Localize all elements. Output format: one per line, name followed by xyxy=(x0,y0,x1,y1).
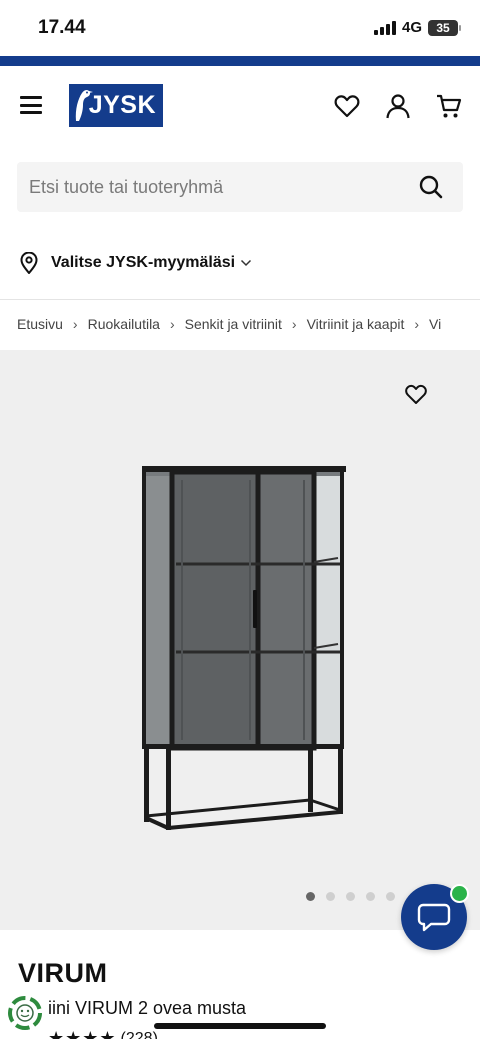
chevron-down-icon xyxy=(241,259,252,267)
breadcrumb-item[interactable]: Ruokailutila xyxy=(88,316,160,332)
product-name: VIRUM xyxy=(18,958,108,988)
chevron-right-icon: › xyxy=(72,316,78,332)
battery-level: 35 xyxy=(436,20,450,35)
logo-text: JYSK xyxy=(88,91,156,119)
bird-logo-icon xyxy=(75,89,93,121)
gallery-dot[interactable] xyxy=(306,892,315,901)
product-image xyxy=(142,466,346,830)
location-pin-icon xyxy=(20,252,38,274)
heart-icon[interactable] xyxy=(333,92,361,120)
top-accent-bar xyxy=(0,56,480,66)
status-indicators: 4G 35 xyxy=(373,19,461,36)
search-input[interactable]: Etsi tuote tai tuoteryhmä xyxy=(29,177,223,198)
product-gallery[interactable] xyxy=(0,350,480,930)
search-icon[interactable] xyxy=(419,175,443,199)
battery-icon: 35 xyxy=(428,19,461,36)
user-icon[interactable] xyxy=(384,92,412,120)
search-bar[interactable]: Etsi tuote tai tuoteryhmä xyxy=(17,162,463,212)
status-time: 17.44 xyxy=(38,17,86,38)
menu-icon[interactable] xyxy=(20,96,42,114)
chat-bubble-icon xyxy=(417,903,451,932)
chevron-right-icon: › xyxy=(414,316,420,332)
store-selector-label: Valitse JYSK-myymäläsi xyxy=(51,254,236,271)
breadcrumb-item[interactable]: Etusivu xyxy=(17,316,63,332)
store-selector[interactable]: Valitse JYSK-myymäläsi xyxy=(19,252,252,274)
status-bar: 17.44 4G 35 xyxy=(0,0,480,56)
chevron-right-icon: › xyxy=(169,316,175,332)
site-header: JYSK xyxy=(0,66,480,148)
online-status-indicator xyxy=(450,884,469,903)
breadcrumb: Etusivu › Ruokailutila › Senkit ja vitri… xyxy=(17,316,441,332)
divider xyxy=(0,299,480,300)
gallery-dot[interactable] xyxy=(386,892,395,901)
signal-icon xyxy=(373,20,396,35)
chat-button[interactable] xyxy=(401,884,469,950)
breadcrumb-item[interactable]: Vitriinit ja kaapit xyxy=(307,316,405,332)
favorite-heart-icon[interactable] xyxy=(404,382,428,406)
jysk-logo[interactable]: JYSK xyxy=(69,84,163,127)
page: 17.44 4G 35 JYSK Etsi tuote tai tuoteryh… xyxy=(0,0,480,1039)
breadcrumb-item[interactable]: Vi xyxy=(429,316,441,332)
home-indicator xyxy=(154,1023,326,1029)
network-type: 4G xyxy=(401,19,422,36)
chevron-right-icon: › xyxy=(291,316,297,332)
gallery-pagination[interactable] xyxy=(306,892,395,901)
product-subtitle: iini VIRUM 2 ovea musta xyxy=(48,998,247,1018)
breadcrumb-item[interactable]: Senkit ja vitriinit xyxy=(185,316,282,332)
gallery-dot[interactable] xyxy=(346,892,355,901)
rating-count: (228) xyxy=(120,1029,158,1039)
rating-stars: ★★★★ xyxy=(48,1028,117,1039)
cart-icon[interactable] xyxy=(435,92,463,120)
gallery-dot[interactable] xyxy=(326,892,335,901)
product-rating[interactable]: ★★★★ (228) xyxy=(48,1028,158,1039)
eco-badge-icon xyxy=(8,996,42,1030)
gallery-dot[interactable] xyxy=(366,892,375,901)
